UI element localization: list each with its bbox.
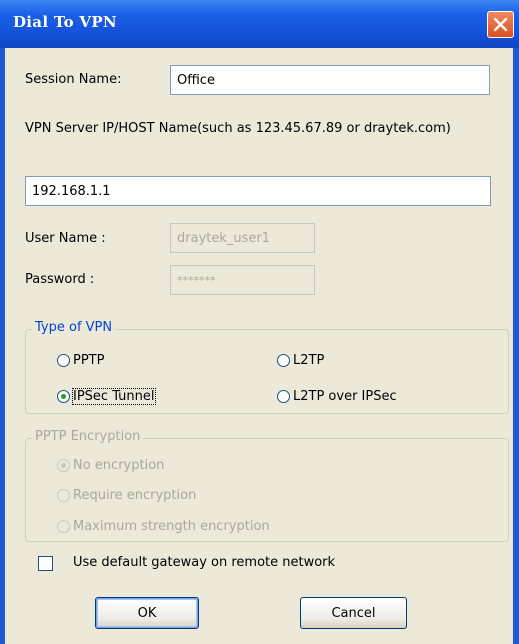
- ok-button[interactable]: OK: [95, 597, 199, 629]
- session-name-value: Office: [177, 72, 215, 88]
- radio-pptp[interactable]: PPTP: [57, 353, 104, 368]
- radio-circle: [57, 489, 70, 502]
- radio-dot: [61, 394, 66, 399]
- username-value: draytek_user1: [177, 230, 271, 246]
- window-title: Dial To VPN: [13, 13, 117, 31]
- radio-circle-selected: [57, 390, 70, 403]
- radio-circle-selected: [57, 459, 70, 472]
- radio-dot: [61, 463, 66, 468]
- radio-require-encryption[interactable]: Require encryption: [57, 488, 196, 503]
- vpn-type-title: Type of VPN: [32, 320, 116, 335]
- radio-no-encryption[interactable]: No encryption: [57, 458, 164, 473]
- cancel-button-label: Cancel: [331, 605, 376, 621]
- username-input[interactable]: draytek_user1: [170, 223, 315, 253]
- password-input[interactable]: *******: [170, 265, 315, 295]
- server-label: VPN Server IP/HOST Name(such as 123.45.6…: [25, 121, 451, 136]
- radio-l2tp-label: L2TP: [293, 353, 325, 368]
- pptp-encryption-title: PPTP Encryption: [32, 429, 144, 444]
- password-label: Password :: [25, 272, 95, 287]
- radio-circle: [57, 354, 70, 367]
- close-button[interactable]: [487, 11, 514, 38]
- dial-to-vpn-window: Dial To VPN Session Name: Office VPN Ser…: [0, 0, 519, 644]
- close-icon: [493, 17, 508, 32]
- title-bar[interactable]: Dial To VPN: [0, 0, 519, 48]
- username-label: User Name :: [25, 231, 106, 246]
- radio-maximum-encryption[interactable]: Maximum strength encryption: [57, 519, 270, 534]
- default-gateway-label: Use default gateway on remote network: [73, 555, 336, 570]
- radio-maximum-encryption-label: Maximum strength encryption: [73, 519, 270, 534]
- radio-l2tp-over-ipsec[interactable]: L2TP over IPSec: [277, 389, 397, 404]
- radio-ipsec-tunnel[interactable]: IPSec Tunnel: [57, 388, 156, 405]
- radio-ipsec-tunnel-label: IPSec Tunnel: [72, 388, 156, 405]
- radio-l2tp-over-ipsec-label: L2TP over IPSec: [293, 389, 397, 404]
- radio-circle: [57, 520, 70, 533]
- server-input[interactable]: 192.168.1.1: [25, 176, 491, 206]
- radio-no-encryption-label: No encryption: [73, 458, 165, 473]
- radio-circle: [277, 390, 290, 403]
- password-value: *******: [177, 273, 216, 287]
- session-name-input[interactable]: Office: [170, 65, 490, 95]
- radio-pptp-label: PPTP: [73, 353, 105, 368]
- dialog-body: Session Name: Office VPN Server IP/HOST …: [5, 48, 513, 644]
- radio-require-encryption-label: Require encryption: [73, 488, 197, 503]
- default-gateway-checkbox[interactable]: [38, 556, 53, 571]
- cancel-button[interactable]: Cancel: [300, 597, 407, 629]
- radio-l2tp[interactable]: L2TP: [277, 353, 324, 368]
- ok-button-label: OK: [137, 605, 157, 621]
- server-value: 192.168.1.1: [32, 183, 111, 199]
- radio-circle: [277, 354, 290, 367]
- session-name-label: Session Name:: [25, 72, 122, 87]
